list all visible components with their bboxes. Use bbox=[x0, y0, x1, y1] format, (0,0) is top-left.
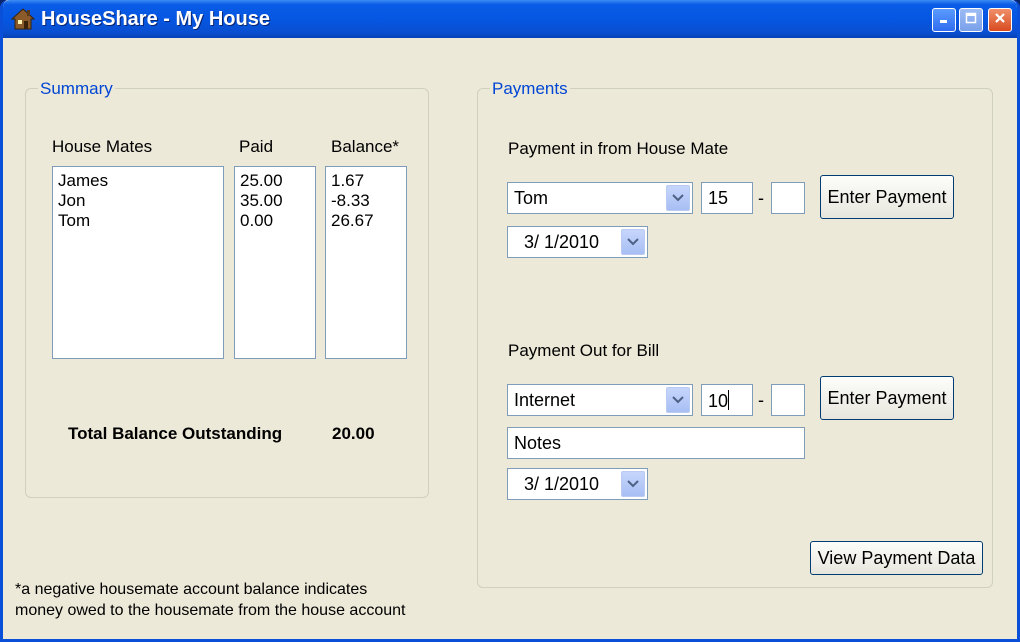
balance-list[interactable]: 1.67 -8.33 26.67 bbox=[325, 166, 407, 359]
list-item[interactable]: 35.00 bbox=[240, 191, 310, 211]
house-mates-header: House Mates bbox=[52, 137, 153, 156]
payment-in-date-picker[interactable]: 3/ 1/2010 bbox=[507, 226, 648, 258]
enter-payment-in-button[interactable]: Enter Payment bbox=[820, 175, 954, 219]
list-item[interactable]: -8.33 bbox=[331, 191, 401, 211]
summary-legend: Summary bbox=[38, 79, 115, 99]
maximize-icon bbox=[965, 11, 977, 29]
bill-select-value: Internet bbox=[514, 390, 576, 410]
payment-out-label: Payment Out for Bill bbox=[508, 341, 660, 360]
housemate-select-value: Tom bbox=[514, 188, 549, 208]
payments-legend: Payments bbox=[490, 79, 570, 99]
maximize-button[interactable] bbox=[959, 8, 983, 32]
list-item[interactable]: Jon bbox=[58, 191, 218, 211]
amount-separator: - bbox=[758, 188, 764, 208]
chevron-down-icon[interactable] bbox=[621, 471, 645, 497]
list-item[interactable]: 25.00 bbox=[240, 171, 310, 191]
text-caret bbox=[728, 390, 730, 410]
chevron-down-icon[interactable] bbox=[666, 185, 690, 211]
main-window: HouseShare - My House Summary House Mate… bbox=[0, 0, 1020, 642]
list-item[interactable]: 26.67 bbox=[331, 211, 401, 231]
title-bar[interactable]: HouseShare - My House bbox=[3, 0, 1017, 38]
list-item[interactable]: Tom bbox=[58, 211, 218, 231]
payment-in-cents-input[interactable] bbox=[771, 182, 805, 214]
amount-separator: - bbox=[758, 390, 764, 410]
payment-in-amount-input[interactable]: 15 bbox=[701, 182, 753, 214]
minimize-button[interactable] bbox=[932, 8, 956, 32]
payment-out-amount-input[interactable]: 10 bbox=[701, 384, 753, 416]
payment-out-amount-value: 10 bbox=[708, 391, 729, 411]
balance-header: Balance* bbox=[331, 137, 400, 156]
list-item[interactable]: 0.00 bbox=[240, 211, 310, 231]
total-balance-value: 20.00 bbox=[332, 424, 375, 443]
close-button[interactable] bbox=[988, 8, 1012, 32]
payment-in-date-value: 3/ 1/2010 bbox=[524, 232, 600, 252]
chevron-down-icon[interactable] bbox=[621, 229, 645, 255]
payments-group: Payments bbox=[477, 79, 993, 588]
housemate-select[interactable]: Tom bbox=[507, 182, 693, 214]
minimize-icon bbox=[938, 11, 950, 29]
house-icon bbox=[10, 7, 36, 31]
enter-payment-out-button[interactable]: Enter Payment bbox=[820, 376, 954, 420]
view-payment-data-button[interactable]: View Payment Data bbox=[810, 541, 983, 575]
chevron-down-icon[interactable] bbox=[666, 387, 690, 413]
paid-header: Paid bbox=[239, 137, 274, 156]
window-title: HouseShare - My House bbox=[41, 8, 270, 30]
bill-select[interactable]: Internet bbox=[507, 384, 693, 416]
paid-list[interactable]: 25.00 35.00 0.00 bbox=[234, 166, 316, 359]
notes-input[interactable]: Notes bbox=[507, 427, 805, 459]
list-item[interactable]: James bbox=[58, 171, 218, 191]
payment-out-date-value: 3/ 1/2010 bbox=[524, 474, 600, 494]
list-item[interactable]: 1.67 bbox=[331, 171, 401, 191]
payment-out-date-picker[interactable]: 3/ 1/2010 bbox=[507, 468, 648, 500]
total-balance-label: Total Balance Outstanding bbox=[68, 424, 283, 443]
close-icon bbox=[994, 11, 1006, 29]
payment-out-cents-input[interactable] bbox=[771, 384, 805, 416]
house-mates-list[interactable]: James Jon Tom bbox=[52, 166, 224, 359]
footnote-line-2: money owed to the housemate from the hou… bbox=[15, 602, 406, 619]
payment-in-label: Payment in from House Mate bbox=[508, 139, 729, 158]
footnote-line-1: *a negative housemate account balance in… bbox=[15, 581, 368, 598]
